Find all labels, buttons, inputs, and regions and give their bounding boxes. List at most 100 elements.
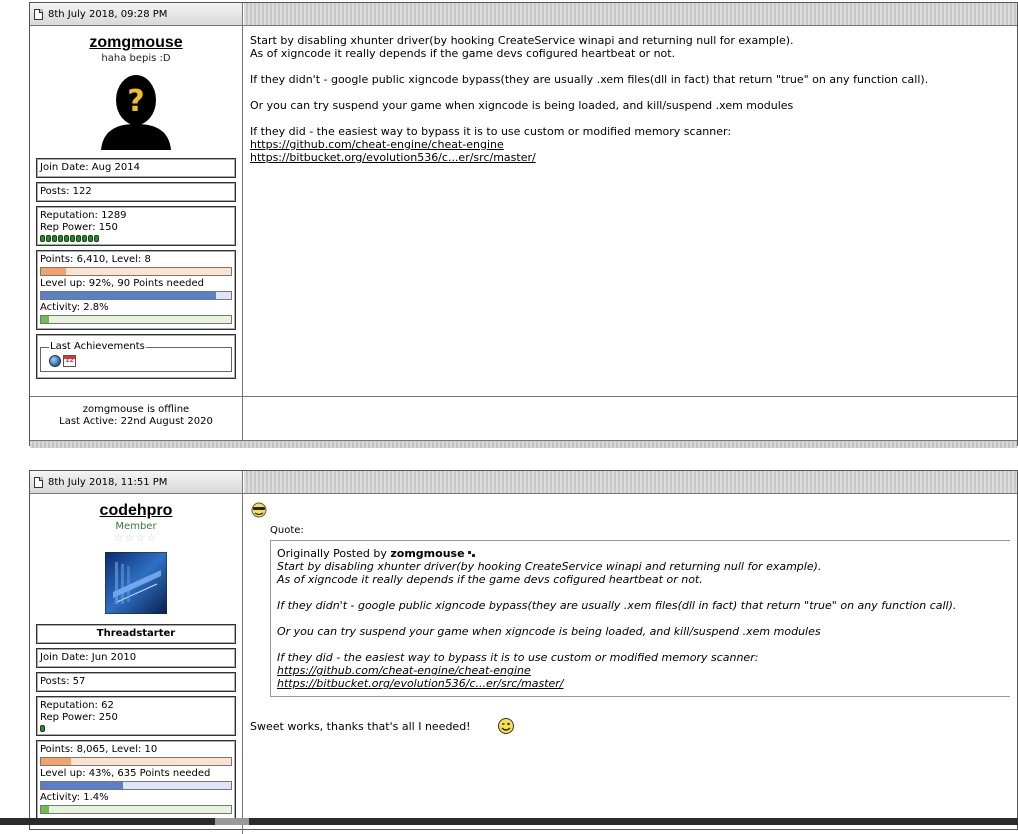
reputation-pip-icon bbox=[46, 235, 51, 242]
user-title: haha bepis :D bbox=[101, 53, 171, 64]
post-count: Posts: 57 bbox=[36, 672, 236, 692]
user-info: zomgmouse haha bepis :D ? Join Date: Aug… bbox=[30, 26, 243, 396]
avatar-image-icon bbox=[104, 551, 168, 615]
quote-label: Quote: bbox=[270, 525, 304, 536]
points-bar-fill bbox=[41, 758, 72, 765]
reputation-pips bbox=[40, 725, 232, 732]
cool-smiley-icon bbox=[251, 502, 267, 518]
reputation-pip-icon bbox=[70, 235, 75, 242]
points-bar bbox=[40, 267, 232, 276]
github-link[interactable]: https://github.com/cheat-engine/cheat-en… bbox=[250, 138, 504, 151]
post-header: 8th July 2018, 09:28 PM bbox=[30, 3, 1017, 26]
quote-line: If they did - the easiest way to bypass … bbox=[277, 651, 759, 664]
post-2: 8th July 2018, 11:51 PM codehpro Member … bbox=[29, 470, 1018, 834]
level-bar-fill bbox=[41, 292, 216, 299]
achievement-icons: 12 bbox=[49, 355, 223, 367]
post-header-bar bbox=[243, 471, 1017, 493]
message-line: Or you can try suspend your game when xi… bbox=[250, 99, 794, 112]
post-message: Start by disabling xhunter driver(by hoo… bbox=[243, 26, 1017, 396]
calendar-achievement-icon[interactable]: 12 bbox=[63, 355, 76, 367]
message-line: If they didn't - google public xigncode … bbox=[250, 73, 929, 86]
post-date: 8th July 2018, 11:51 PM bbox=[48, 476, 168, 488]
level-up: Level up: 92%, 90 Points needed bbox=[40, 278, 205, 289]
reputation-pips bbox=[40, 235, 232, 242]
achievements-fieldset: Last Achievements 12 bbox=[40, 341, 232, 372]
achievements-label: Last Achievements bbox=[50, 341, 145, 352]
post-header-date: 8th July 2018, 11:51 PM bbox=[30, 471, 243, 493]
post-body: codehpro Member ☆☆☆☆ Threadstarter Join … bbox=[30, 494, 1017, 834]
activity-bar-fill bbox=[41, 806, 49, 813]
wink-smiley-icon bbox=[497, 718, 514, 734]
rep-power: Rep Power: 150 bbox=[40, 222, 118, 233]
activity: Activity: 1.4% bbox=[40, 792, 109, 803]
last-active: Last Active: 22nd August 2020 bbox=[59, 416, 213, 427]
reputation-pip-icon bbox=[52, 235, 57, 242]
quote-author: zomgmouse bbox=[390, 547, 465, 560]
activity-bar bbox=[40, 315, 232, 324]
activity: Activity: 2.8% bbox=[40, 302, 109, 313]
horizontal-scrollbar[interactable] bbox=[0, 818, 1018, 825]
post-header-date: 8th July 2018, 09:28 PM bbox=[30, 3, 243, 25]
message-line: If they did - the easiest way to bypass … bbox=[250, 125, 732, 138]
points-bar bbox=[40, 757, 232, 766]
quote-line: If they didn't - google public xigncode … bbox=[277, 599, 957, 612]
reputation-pip-icon bbox=[64, 235, 69, 242]
level-bar bbox=[40, 781, 232, 790]
reputation-box: Reputation: 1289 Rep Power: 150 bbox=[36, 206, 236, 246]
user-info: codehpro Member ☆☆☆☆ Threadstarter Join … bbox=[30, 494, 243, 834]
svg-text:?: ? bbox=[127, 84, 144, 119]
post-count: Posts: 122 bbox=[36, 182, 236, 202]
reputation-pip-icon bbox=[40, 235, 45, 242]
post-header: 8th July 2018, 11:51 PM bbox=[30, 471, 1017, 494]
post-body: zomgmouse haha bepis :D ? Join Date: Aug… bbox=[30, 26, 1017, 396]
quote-prefix: Originally Posted by bbox=[277, 547, 387, 560]
username-link[interactable]: codehpro bbox=[36, 502, 236, 520]
reply-text: Sweet works, thanks that's all I needed! bbox=[250, 719, 471, 733]
user-title: Member bbox=[115, 521, 157, 532]
post-icon bbox=[34, 8, 43, 20]
post-icon bbox=[34, 476, 43, 488]
reputation-pip-icon bbox=[76, 235, 81, 242]
globe-achievement-icon[interactable] bbox=[49, 355, 61, 367]
post-header-bar bbox=[243, 3, 1017, 25]
quote-line: Start by disabling xhunter driver(by hoo… bbox=[277, 560, 822, 573]
online-status: zomgmouse is offline Last Active: 22nd A… bbox=[30, 397, 243, 440]
points-level: Points: 8,065, Level: 10 bbox=[40, 744, 158, 755]
join-date: Join Date: Aug 2014 bbox=[36, 158, 236, 178]
avatar[interactable] bbox=[104, 551, 168, 615]
view-post-arrow-icon[interactable] bbox=[468, 550, 476, 558]
footer-actions bbox=[243, 397, 1017, 440]
post-bottom-bar bbox=[30, 440, 1017, 448]
rep-power: Rep Power: 250 bbox=[40, 712, 118, 723]
post-footer: zomgmouse is offline Last Active: 22nd A… bbox=[30, 396, 1017, 440]
points-box: Points: 6,410, Level: 8 Level up: 92%, 9… bbox=[36, 250, 236, 330]
quote-bitbucket-link[interactable]: https://bitbucket.org/evolution536/c...e… bbox=[277, 677, 564, 690]
reputation-pip-icon bbox=[82, 235, 87, 242]
quote-github-link[interactable]: https://github.com/cheat-engine/cheat-en… bbox=[277, 664, 531, 677]
post-1: 8th July 2018, 09:28 PM zomgmouse haha b… bbox=[29, 2, 1018, 448]
achievements-box: Last Achievements 12 bbox=[36, 334, 236, 379]
reputation: Reputation: 62 bbox=[40, 700, 114, 711]
quote-line: Or you can try suspend your game when xi… bbox=[277, 625, 821, 638]
avatar[interactable]: ? bbox=[99, 70, 173, 150]
reputation-box: Reputation: 62 Rep Power: 250 bbox=[36, 696, 236, 736]
threadstarter-badge: Threadstarter bbox=[36, 624, 236, 644]
reputation-pip-icon bbox=[40, 725, 45, 732]
points-bar-fill bbox=[41, 268, 66, 275]
activity-bar bbox=[40, 805, 232, 814]
points-level: Points: 6,410, Level: 8 bbox=[40, 254, 151, 265]
username-link[interactable]: zomgmouse bbox=[36, 34, 236, 52]
bitbucket-link[interactable]: https://bitbucket.org/evolution536/c...e… bbox=[250, 151, 536, 164]
message-line: As of xigncode it really depends if the … bbox=[250, 47, 676, 60]
reputation: Reputation: 1289 bbox=[40, 210, 127, 221]
points-box: Points: 8,065, Level: 10 Level up: 43%, … bbox=[36, 740, 236, 820]
scrollbar-thumb[interactable] bbox=[215, 818, 249, 825]
quote-line: As of xigncode it really depends if the … bbox=[277, 573, 703, 586]
reputation-pip-icon bbox=[94, 235, 99, 242]
level-bar-fill bbox=[41, 782, 123, 789]
unknown-user-silhouette-icon: ? bbox=[101, 75, 171, 150]
post-date: 8th July 2018, 09:28 PM bbox=[48, 8, 168, 20]
offline-status: zomgmouse is offline bbox=[82, 404, 190, 415]
level-bar bbox=[40, 291, 232, 300]
reputation-pip-icon bbox=[88, 235, 93, 242]
